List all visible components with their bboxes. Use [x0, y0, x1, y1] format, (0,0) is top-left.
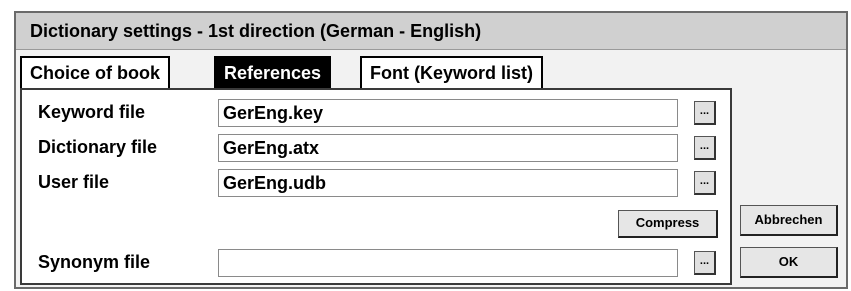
synonym-file-browse-button[interactable]: ... [694, 251, 716, 275]
dictionary-settings-dialog: Dictionary settings - 1st direction (Ger… [14, 11, 848, 289]
references-panel: Keyword file GerEng.key ... Dictionary f… [20, 88, 732, 285]
ok-button[interactable]: OK [740, 247, 838, 278]
user-file-label: User file [38, 172, 110, 192]
tab-choice-of-book[interactable]: Choice of book [20, 56, 170, 89]
tab-references[interactable]: References [214, 56, 332, 89]
tab-font-keyword-list[interactable]: Font (Keyword list) [360, 56, 543, 89]
dictionary-file-field[interactable]: GerEng.atx [218, 134, 678, 162]
keyword-file-field[interactable]: GerEng.key [218, 99, 678, 127]
cancel-button[interactable]: Abbrechen [740, 205, 838, 236]
synonym-file-field[interactable] [218, 249, 678, 277]
compress-button[interactable]: Compress [618, 210, 718, 238]
keyword-file-browse-button[interactable]: ... [694, 101, 716, 125]
dictionary-file-browse-button[interactable]: ... [694, 136, 716, 160]
synonym-file-label: Synonym file [38, 252, 151, 272]
keyword-file-label: Keyword file [38, 102, 146, 122]
dialog-title: Dictionary settings - 1st direction (Ger… [16, 13, 846, 50]
user-file-field[interactable]: GerEng.udb [218, 169, 678, 197]
user-file-browse-button[interactable]: ... [694, 171, 716, 195]
dictionary-file-label: Dictionary file [38, 137, 158, 157]
